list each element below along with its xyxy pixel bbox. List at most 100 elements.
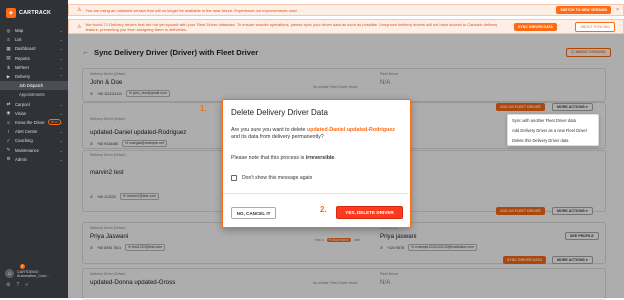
sidebar-item-label: Dashboard — [15, 46, 36, 52]
chevron-icon: ⌄ — [59, 110, 63, 116]
sidebar-item-appointments[interactable]: Appointments — [0, 90, 68, 99]
note-bold: irreversible — [305, 155, 335, 161]
sidebar-item-dashboard[interactable]: ▦ Dashboard ⌄ — [0, 44, 68, 53]
chevron-icon: ⌄ — [59, 46, 63, 52]
list-icon: ≡ — [7, 37, 10, 43]
sidebar-item-vision[interactable]: ◉ Vision ⌄ — [0, 109, 68, 118]
sync-warning-banner: ⚠ We found 71 Delivery drivers that are … — [68, 19, 624, 34]
sidebar-nav: ◎ Map ⌄ ≡ List ⌄ ▦ Dashboard ⌄ ▤ Reports ⌄ $ MiFleet ⌄… — [0, 26, 68, 164]
chevron-icon: ⌄ — [59, 129, 63, 135]
sidebar-item-label: Alert Centre — [15, 129, 38, 135]
chevron-icon: ⌄ — [59, 147, 63, 153]
dialog-message: Are you sure you want to delete updated-… — [231, 127, 403, 142]
note-pre: Please note that this process is — [231, 155, 306, 161]
brand-name: CARTRACK — [19, 10, 52, 16]
coaching-icon: ✓ — [6, 137, 11, 143]
sidebar-item-coaching[interactable]: ✓ Coaching ⌄ — [0, 136, 68, 145]
more-actions-menu: Sync with another Fleet Driver data Add … — [507, 114, 599, 146]
cartrack-logo[interactable]: ✦ CARTRACK — [6, 8, 51, 18]
maintenance-icon: ✎ — [6, 147, 11, 153]
menu-item-add-fleet-driver[interactable]: Add Delivery Driver as a new Fleet Drive… — [508, 125, 598, 135]
help-icon[interactable]: ? — [16, 282, 19, 288]
collapse-sidebar-icon[interactable]: « — [25, 282, 28, 288]
carpool-icon: ⇄ — [6, 101, 11, 107]
chevron-icon: ⌃ — [59, 74, 63, 80]
menu-item-delete-driver[interactable]: Delete this Delivery Driver data — [508, 135, 598, 145]
sidebar-item-label: Know the Driver — [15, 119, 45, 125]
sidebar-item-list[interactable]: ≡ List ⌄ — [0, 35, 68, 44]
sidebar-item-label: Map — [15, 28, 24, 34]
outdated-version-banner: ⚠ You are using an outdated version that… — [68, 4, 624, 16]
dialog-message-post: and its data from delivery permanently? — [231, 134, 324, 141]
sidebar-item-label: Delivery — [15, 74, 31, 80]
note-post: . — [334, 155, 336, 161]
chevron-icon: ⌄ — [59, 37, 63, 43]
close-icon[interactable]: × — [616, 7, 619, 13]
user-account-sub: Automation_Com... — [17, 273, 50, 278]
step-one-marker: 1. — [200, 104, 207, 113]
admin-icon: ⚙ — [6, 156, 11, 162]
dont-show-again-checkbox[interactable]: Don't show this message again — [231, 175, 312, 181]
sidebar-item-know-the-driver[interactable]: ☺ Know the Driver New ⌄ — [0, 118, 68, 127]
sidebar-item-label: Maintenance — [15, 147, 39, 153]
chevron-icon: ⌄ — [59, 55, 63, 61]
sidebar-item-reports[interactable]: ▤ Reports ⌄ — [0, 54, 68, 63]
sidebar-item-map[interactable]: ◎ Map ⌄ — [0, 26, 68, 35]
checkbox-label: Don't show this message again — [242, 175, 313, 181]
chevron-icon: ⌄ — [59, 28, 63, 34]
driver-icon: ☺ — [6, 119, 11, 125]
sidebar-item-label: List — [15, 37, 22, 43]
sidebar-footer-icons: ⚙ ? « — [6, 282, 28, 288]
sync-driver-data-banner-button[interactable]: SYNC DRIVER DATA — [513, 22, 557, 31]
logo-mark-icon: ✦ — [6, 8, 16, 18]
warning-icon: ⚠ — [77, 7, 82, 13]
switch-to-new-version-button[interactable]: SWITCH TO NEW VERSION — [556, 6, 611, 14]
avatar: ☺ — [5, 269, 14, 278]
dialog-title: Delete Delivery Driver Data — [231, 108, 328, 117]
sidebar-item-label: Vision — [15, 110, 27, 116]
dialog-driver-name: updated-Daniel updated-Rodriguez — [306, 127, 395, 133]
sidebar-item-label: Appointments — [19, 92, 45, 98]
vision-icon: ◉ — [6, 110, 11, 116]
dialog-message-pre: Are you sure you want to delete — [231, 127, 307, 133]
reports-icon: ▤ — [6, 55, 11, 61]
settings-icon[interactable]: ⚙ — [6, 282, 10, 288]
sidebar-item-label: Coaching — [15, 138, 33, 144]
sidebar: ✦ CARTRACK ◎ Map ⌄ ≡ List ⌄ ▦ Dashboard ⌄ ▤ Report… — [0, 0, 68, 298]
sidebar-item-delivery[interactable]: ▶ Delivery ⌃ — [0, 72, 68, 81]
irreversible-note: Please note that this process is irrever… — [231, 155, 336, 161]
sidebar-item-maintenance[interactable]: ✎ Maintenance ⌄ — [0, 145, 68, 154]
sync-warning-text: We found 71 Delivery drivers that are no… — [85, 21, 498, 32]
map-icon: ◎ — [6, 27, 11, 33]
divider — [223, 193, 409, 194]
sidebar-item-label: Job Dispatch — [19, 83, 44, 89]
dashboard-icon: ▦ — [6, 45, 11, 51]
checkbox-icon[interactable] — [231, 175, 237, 181]
sidebar-item-mifleet[interactable]: $ MiFleet ⌄ — [0, 63, 68, 72]
sidebar-item-job-dispatch[interactable]: Job Dispatch — [0, 81, 68, 91]
fleet-icon: $ — [7, 64, 10, 70]
chevron-icon: ⌄ — [59, 138, 63, 144]
cancel-button[interactable]: NO, CANCEL IT — [231, 207, 276, 219]
delivery-icon: ▶ — [6, 73, 11, 79]
delete-driver-button[interactable]: YES, DELETE DRIVER — [336, 206, 403, 219]
alert-icon: ! — [7, 129, 10, 135]
sidebar-item-label: Reports — [15, 55, 30, 61]
menu-item-sync-fleet-driver[interactable]: Sync with another Fleet Driver data — [508, 115, 598, 125]
sidebar-item-admin[interactable]: ⚙ Admin ⌄ — [0, 155, 68, 164]
user-profile[interactable]: ☺ CARTDEMO Automation_Com... — [5, 269, 50, 278]
warning-icon: ⚠ — [77, 23, 82, 30]
chevron-icon: ⌄ — [59, 64, 63, 70]
delete-driver-dialog: Delete Delivery Driver Data Are you sure… — [222, 99, 411, 228]
chevron-icon: ⌄ — [59, 119, 63, 125]
outdated-version-text: You are using an outdated version that w… — [85, 7, 298, 13]
sidebar-item-label: MiFleet — [15, 64, 29, 70]
sidebar-item-carpool[interactable]: ⇄ Carpool ⌄ — [0, 100, 68, 109]
step-two-marker: 2. — [320, 205, 327, 214]
sidebar-item-label: Carpool — [15, 101, 30, 107]
chevron-icon: ⌄ — [59, 101, 63, 107]
about-syncing-banner-button[interactable]: ABOUT SYNCING — [575, 21, 615, 32]
chevron-icon: ⌄ — [59, 156, 63, 162]
sidebar-item-alert-centre[interactable]: ! Alert Centre ⌄ — [0, 127, 68, 136]
sidebar-item-label: Admin — [15, 156, 27, 162]
